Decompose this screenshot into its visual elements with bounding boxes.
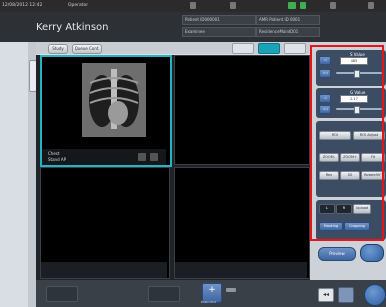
info-icon[interactable]	[230, 2, 236, 9]
report-icon[interactable]	[338, 287, 354, 303]
battery-icon	[288, 2, 296, 9]
image-viewer: Chest Stand AP	[36, 55, 310, 280]
cell-1-info-bar: Chest Stand AP	[42, 149, 166, 165]
image-label-view: Stand AP	[48, 157, 67, 162]
operator-text: Operator	[68, 3, 89, 8]
patient-name: Kerry Atkinson	[36, 22, 109, 33]
tab-queue-conf[interactable]: Queue Conf.	[72, 44, 102, 54]
image-delete-icon[interactable]	[150, 153, 158, 161]
layout-2x2-button[interactable]	[258, 43, 280, 54]
exam-end-label: Exam End	[201, 300, 217, 304]
residence-field: ResidenceMainID01	[256, 27, 320, 37]
power-icon[interactable]	[368, 2, 374, 9]
viewer-cell-3[interactable]	[40, 167, 170, 279]
patient-id-field: Patient ID000001	[182, 15, 256, 25]
cell-3-info-bar	[41, 262, 167, 278]
preview-button[interactable]: Preview	[318, 247, 356, 261]
image-tools-icon[interactable]	[138, 153, 146, 161]
viewer-cell-2[interactable]	[174, 55, 310, 165]
output-button[interactable]	[360, 244, 384, 262]
bottom-bar: + Exam End ◂◂	[36, 280, 386, 307]
amr-id-field: AMR Patient ID 0001	[256, 15, 320, 25]
exam-complete-button[interactable]	[364, 284, 386, 306]
highlight-frame	[310, 45, 384, 241]
connection-icon	[300, 2, 306, 9]
bottom-slot-2	[148, 286, 180, 302]
datetime-text: 12/08/2012 12:42	[2, 3, 43, 8]
examinee-field: Examinee	[182, 27, 256, 37]
layout-3x3-button[interactable]	[284, 43, 306, 54]
layout-1x1-button[interactable]	[232, 43, 254, 54]
minus-icon[interactable]	[226, 288, 236, 292]
status-bar: 12/08/2012 12:42 Operator	[0, 0, 386, 12]
tab-study[interactable]: Study	[48, 44, 68, 54]
bottom-slot-1	[46, 286, 78, 302]
viewer-cell-4[interactable]	[174, 167, 310, 279]
sound-icon[interactable]	[190, 2, 196, 9]
cell-4-info-bar	[175, 262, 307, 278]
chest-xray-image	[82, 63, 146, 137]
rewind-button[interactable]: ◂◂	[318, 288, 334, 302]
image-label-chest: Chest	[48, 151, 60, 156]
menu-icon[interactable]	[330, 2, 336, 9]
viewer-cell-1[interactable]: Chest Stand AP	[40, 55, 172, 167]
